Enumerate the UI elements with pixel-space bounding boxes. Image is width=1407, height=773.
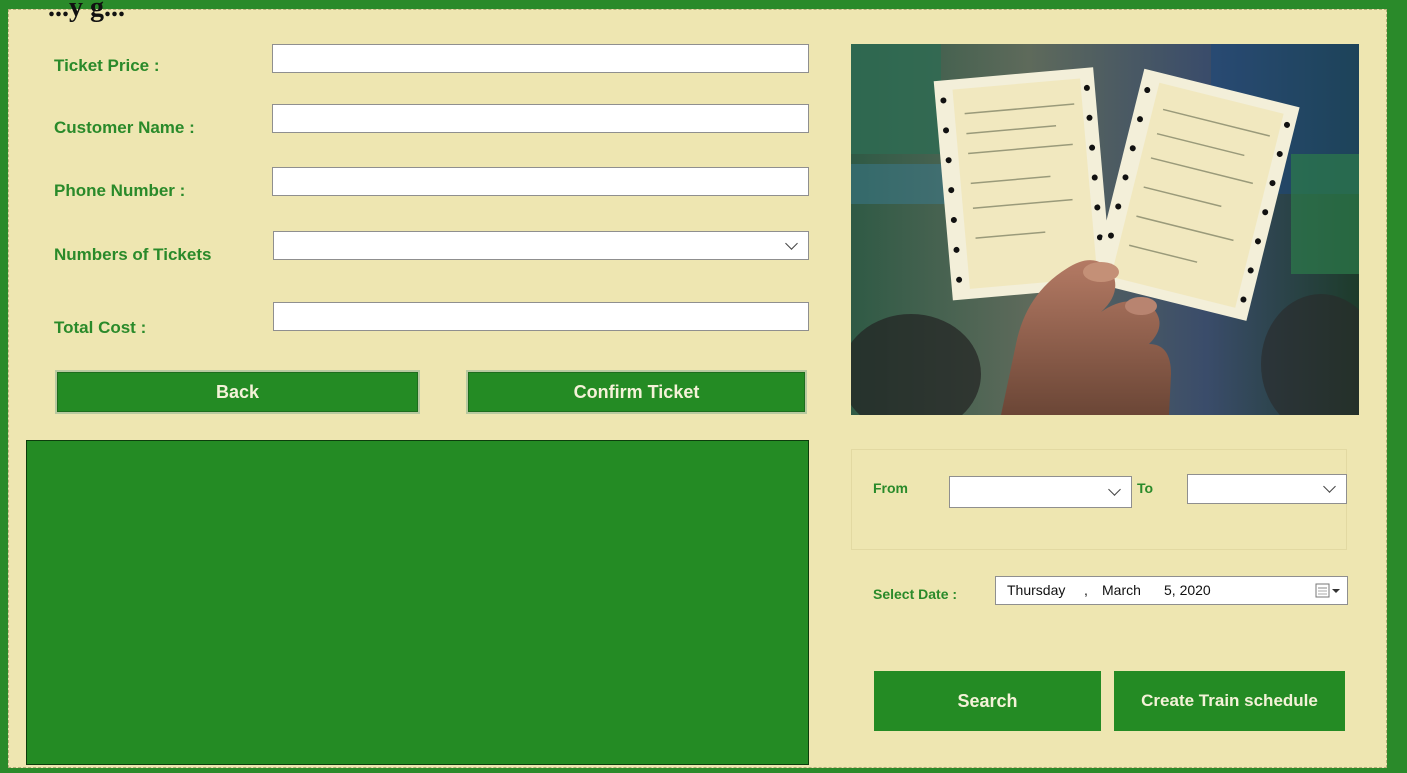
date-month: March [1102, 582, 1141, 598]
date-separator: , [1084, 582, 1088, 598]
customer-name-input[interactable] [272, 104, 809, 133]
ticket-price-label: Ticket Price : [54, 56, 160, 75]
phone-number-input[interactable] [272, 167, 809, 196]
back-button[interactable]: Back [55, 370, 420, 414]
date-weekday: Thursday [1007, 582, 1066, 598]
number-of-tickets-select[interactable] [273, 231, 809, 260]
select-date-label: Select Date : [873, 586, 958, 602]
number-of-tickets-label: Numbers of Tickets [54, 245, 212, 264]
customer-name-label: Customer Name : [54, 118, 195, 137]
total-cost-input[interactable] [273, 302, 809, 331]
route-selection-group: From To [851, 449, 1347, 550]
ticket-price-input[interactable] [272, 44, 809, 73]
chevron-down-icon [1323, 480, 1336, 493]
phone-number-label: Phone Number : [54, 181, 186, 200]
train-tickets-photo [851, 44, 1359, 415]
create-train-schedule-button[interactable]: Create Train schedule [1114, 671, 1345, 731]
total-cost-label: Total Cost : [54, 318, 147, 337]
search-button[interactable]: Search [874, 671, 1101, 731]
chevron-down-icon [785, 236, 798, 250]
from-label: From [873, 480, 908, 496]
confirm-ticket-button[interactable]: Confirm Ticket [466, 370, 807, 414]
schedule-data-grid[interactable] [26, 440, 809, 765]
date-picker[interactable]: Thursday , March 5, 2020 [995, 576, 1348, 605]
calendar-icon[interactable] [1315, 583, 1341, 599]
main-form-panel: ...y g... Ticket Price : Customer Name :… [8, 0, 1387, 768]
window-title-fragment: ...y g... [48, 0, 125, 23]
to-label: To [1137, 480, 1154, 496]
to-select[interactable] [1187, 474, 1347, 504]
chevron-down-icon [1108, 483, 1121, 496]
from-select[interactable] [949, 476, 1132, 508]
date-day-year: 5, 2020 [1164, 582, 1211, 598]
